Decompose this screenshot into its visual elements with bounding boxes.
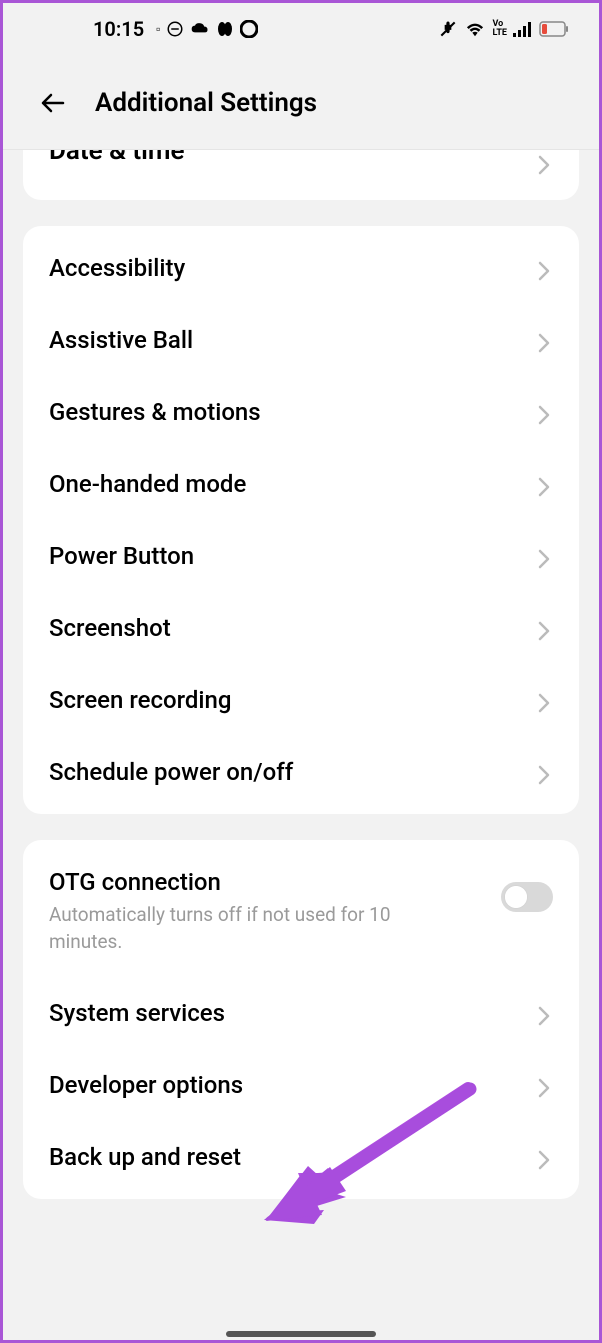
chevron-right-icon [537, 154, 553, 170]
settings-item-otg-connection[interactable]: OTG connection Automatically turns off i… [23, 846, 579, 977]
page-header: Additional Settings [3, 55, 599, 150]
nav-handle[interactable] [226, 1331, 376, 1337]
status-misc-icon: ▫ [156, 22, 160, 36]
item-label: Power Button [49, 542, 194, 570]
wifi-icon [464, 20, 486, 38]
item-label: Accessibility [49, 254, 185, 282]
page-title: Additional Settings [95, 88, 317, 118]
item-label: System services [49, 999, 225, 1027]
settings-group-2: OTG connection Automatically turns off i… [23, 840, 579, 1199]
pill-icon [216, 20, 234, 38]
status-right: VoLTE [438, 19, 569, 39]
chevron-right-icon [537, 692, 553, 708]
settings-item-assistive-ball[interactable]: Assistive Ball [23, 304, 579, 376]
dnd-icon [166, 20, 184, 38]
item-label: Schedule power on/off [49, 758, 293, 786]
chevron-right-icon [537, 476, 553, 492]
cloud-icon [190, 22, 210, 36]
arrow-left-icon [37, 87, 69, 119]
settings-item-screen-recording[interactable]: Screen recording [23, 664, 579, 736]
back-button[interactable] [35, 85, 71, 121]
chevron-right-icon [537, 764, 553, 780]
settings-item-back-up-and-reset[interactable]: Back up and reset [23, 1121, 579, 1193]
settings-item-date-time[interactable]: Date & time [23, 150, 579, 194]
item-subtitle: Automatically turns off if not used for … [49, 902, 449, 955]
item-label: Assistive Ball [49, 326, 193, 354]
otg-toggle[interactable] [501, 882, 553, 912]
chevron-right-icon [537, 1005, 553, 1021]
settings-item-system-services[interactable]: System services [23, 977, 579, 1049]
item-label: OTG connection [49, 868, 501, 896]
status-left: 10:15 ▫ [93, 17, 258, 41]
chevron-right-icon [537, 1077, 553, 1093]
status-bar: 10:15 ▫ VoLTE [3, 3, 599, 55]
item-label: One-handed mode [49, 470, 246, 498]
status-time: 10:15 [93, 17, 144, 41]
settings-group-1: Accessibility Assistive Ball Gestures & … [23, 226, 579, 814]
item-label: Date & time [49, 150, 185, 166]
chevron-right-icon [537, 404, 553, 420]
settings-item-screenshot[interactable]: Screenshot [23, 592, 579, 664]
signal-icon [513, 20, 533, 38]
chevron-right-icon [537, 1149, 553, 1165]
toggle-knob [505, 886, 527, 908]
chevron-right-icon [537, 548, 553, 564]
volte-icon: VoLTE [492, 20, 507, 38]
chevron-right-icon [537, 620, 553, 636]
item-label: Gestures & motions [49, 398, 261, 426]
item-label: Developer options [49, 1071, 243, 1099]
circle-icon [240, 20, 258, 38]
settings-group-0: Date & time [23, 150, 579, 200]
item-label: Screenshot [49, 614, 171, 642]
chevron-right-icon [537, 260, 553, 276]
battery-icon [539, 21, 569, 37]
settings-item-developer-options[interactable]: Developer options [23, 1049, 579, 1121]
settings-item-schedule-power[interactable]: Schedule power on/off [23, 736, 579, 808]
settings-item-gestures-motions[interactable]: Gestures & motions [23, 376, 579, 448]
settings-item-accessibility[interactable]: Accessibility [23, 232, 579, 304]
settings-item-one-handed-mode[interactable]: One-handed mode [23, 448, 579, 520]
chevron-right-icon [537, 332, 553, 348]
item-label: Back up and reset [49, 1143, 241, 1171]
item-label: Screen recording [49, 686, 231, 714]
item-text: OTG connection Automatically turns off i… [49, 868, 501, 955]
mute-icon [438, 19, 458, 39]
content-scroll[interactable]: Date & time Accessibility Assistive Ball… [3, 150, 599, 1199]
settings-item-power-button[interactable]: Power Button [23, 520, 579, 592]
